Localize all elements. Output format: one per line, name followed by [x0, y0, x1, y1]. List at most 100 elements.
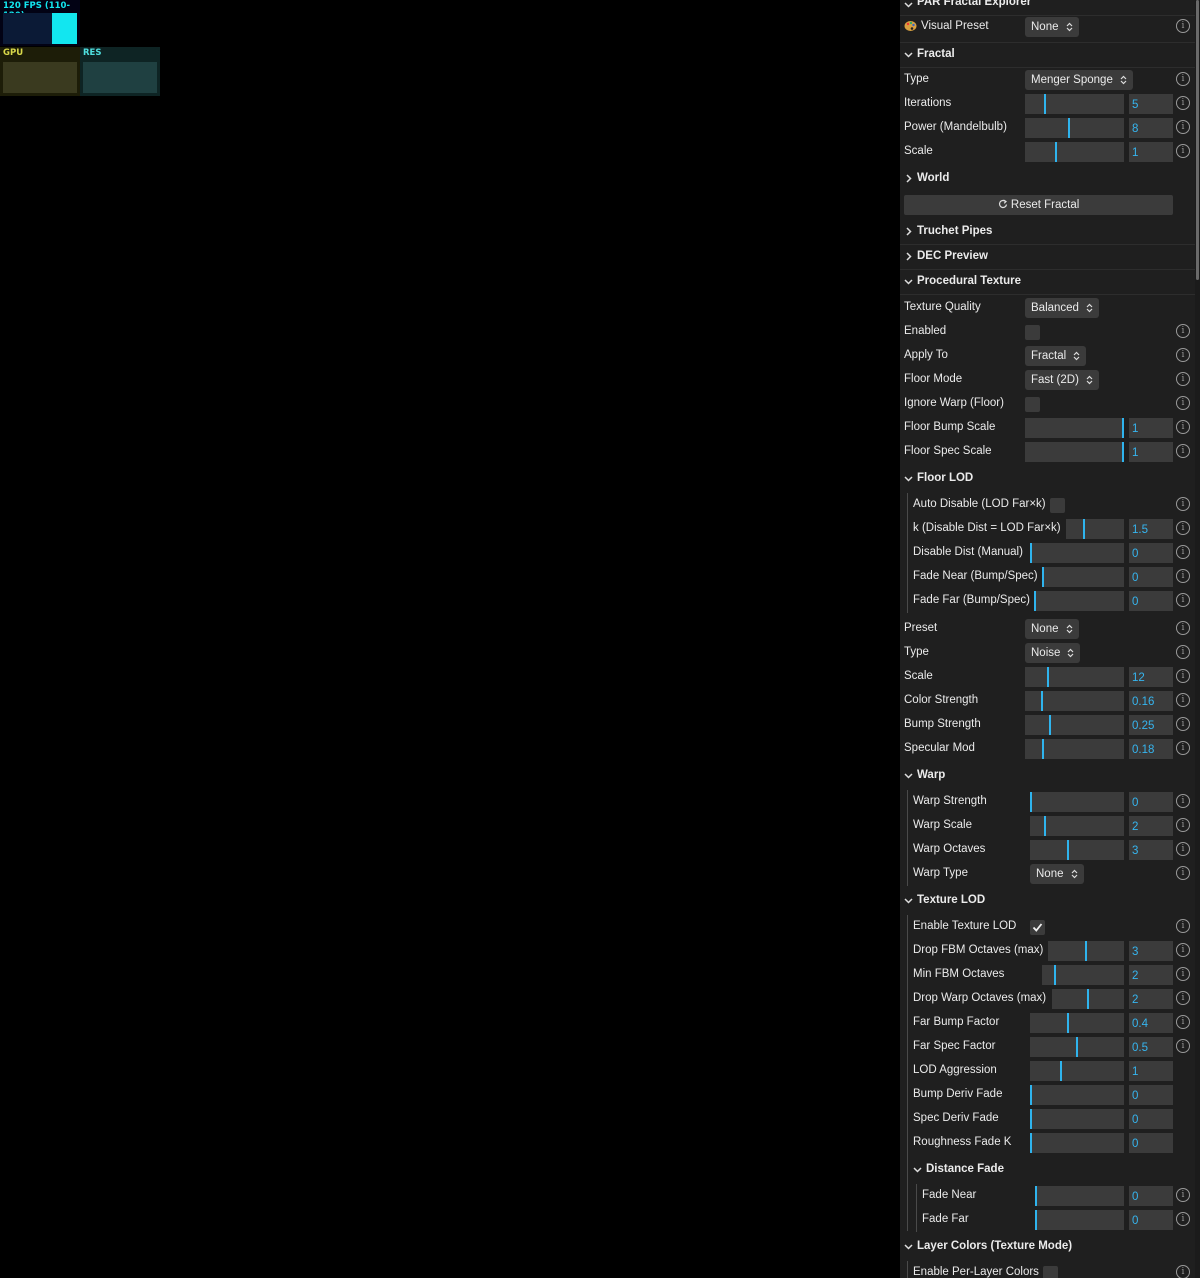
info-icon[interactable]: i: [1176, 1212, 1190, 1226]
info-icon[interactable]: i: [1176, 348, 1190, 362]
far-bump-value[interactable]: 0.4: [1129, 1013, 1173, 1033]
dec-section-header[interactable]: DEC Preview: [900, 245, 1196, 270]
iterations-value[interactable]: 5: [1129, 94, 1173, 114]
tex-preset-select[interactable]: None: [1025, 619, 1079, 639]
fade-far-slider[interactable]: [1035, 1210, 1124, 1230]
floor-spec-slider[interactable]: [1025, 442, 1124, 462]
scale-value[interactable]: 1: [1129, 142, 1173, 162]
slider-knob[interactable]: [1042, 739, 1045, 759]
slider-knob[interactable]: [1060, 1061, 1063, 1081]
color-strength-slider[interactable]: [1025, 691, 1124, 711]
color-strength-value[interactable]: 0.16: [1129, 691, 1173, 711]
texture-section-header[interactable]: Procedural Texture: [900, 270, 1196, 295]
warp-octaves-slider[interactable]: [1030, 840, 1124, 860]
scrollbar-thumb[interactable]: [1196, 0, 1199, 280]
info-icon[interactable]: i: [1176, 693, 1190, 707]
info-icon[interactable]: i: [1176, 717, 1190, 731]
slider-knob[interactable]: [1076, 1037, 1078, 1057]
floor-bump-slider[interactable]: [1025, 418, 1124, 438]
far-spec-slider[interactable]: [1030, 1037, 1124, 1057]
power-slider[interactable]: [1025, 118, 1124, 138]
drop-warp-slider[interactable]: [1052, 989, 1124, 1009]
info-icon[interactable]: i: [1176, 444, 1190, 458]
info-icon[interactable]: i: [1176, 497, 1190, 511]
info-icon[interactable]: i: [1176, 1039, 1190, 1053]
info-icon[interactable]: i: [1176, 943, 1190, 957]
drop-fbm-value[interactable]: 3: [1129, 941, 1173, 961]
specular-mod-value[interactable]: 0.18: [1129, 739, 1173, 759]
slider-knob[interactable]: [1067, 118, 1070, 138]
slider-knob[interactable]: [1040, 691, 1043, 711]
info-icon[interactable]: i: [1176, 420, 1190, 434]
texture-lod-section-header[interactable]: Texture LOD: [900, 889, 1196, 913]
info-icon[interactable]: i: [1176, 794, 1190, 808]
info-icon[interactable]: i: [1176, 842, 1190, 856]
iterations-slider[interactable]: [1025, 94, 1124, 114]
warp-strength-slider[interactable]: [1030, 792, 1124, 812]
slider-knob[interactable]: [1055, 142, 1058, 162]
floor-mode-select[interactable]: Fast (2D): [1025, 370, 1099, 390]
slider-knob[interactable]: [1030, 1109, 1032, 1129]
fade-far-bs-slider[interactable]: [1034, 591, 1124, 611]
info-icon[interactable]: i: [1176, 545, 1190, 559]
info-icon[interactable]: i: [1176, 324, 1190, 338]
slider-knob[interactable]: [1066, 840, 1069, 860]
info-icon[interactable]: i: [1176, 1015, 1190, 1029]
floor-bump-value[interactable]: 1: [1129, 418, 1173, 438]
k-value[interactable]: 1.5: [1129, 519, 1173, 539]
spec-deriv-value[interactable]: 0: [1129, 1109, 1173, 1129]
slider-knob[interactable]: [1042, 567, 1044, 587]
lod-aggression-slider[interactable]: [1030, 1061, 1124, 1081]
auto-disable-checkbox[interactable]: [1050, 498, 1065, 513]
per-layer-colors-checkbox[interactable]: [1043, 1266, 1058, 1278]
warp-scale-slider[interactable]: [1030, 816, 1124, 836]
info-icon[interactable]: i: [1176, 144, 1190, 158]
fade-near-bs-value[interactable]: 0: [1129, 567, 1173, 587]
truchet-section-header[interactable]: Truchet Pipes: [900, 220, 1196, 245]
info-icon[interactable]: i: [1176, 866, 1190, 880]
info-icon[interactable]: i: [1176, 818, 1190, 832]
info-icon[interactable]: i: [1176, 569, 1190, 583]
spec-deriv-slider[interactable]: [1030, 1109, 1124, 1129]
info-icon[interactable]: i: [1176, 741, 1190, 755]
info-icon[interactable]: i: [1176, 621, 1190, 635]
drop-warp-value[interactable]: 2: [1129, 989, 1173, 1009]
world-section-header[interactable]: World: [900, 167, 1196, 191]
drop-fbm-slider[interactable]: [1048, 941, 1124, 961]
min-fbm-value[interactable]: 2: [1129, 965, 1173, 985]
info-icon[interactable]: i: [1176, 645, 1190, 659]
warp-octaves-value[interactable]: 3: [1129, 840, 1173, 860]
fade-near-value[interactable]: 0: [1129, 1186, 1173, 1206]
info-icon[interactable]: i: [1176, 120, 1190, 134]
apply-to-select[interactable]: Fractal: [1025, 346, 1087, 366]
far-spec-value[interactable]: 0.5: [1129, 1037, 1173, 1057]
fractal-type-select[interactable]: Menger Sponge: [1025, 70, 1133, 90]
warp-section-header[interactable]: Warp: [900, 764, 1196, 788]
slider-knob[interactable]: [1035, 1210, 1037, 1230]
fade-far-value[interactable]: 0: [1129, 1210, 1173, 1230]
disable-dist-slider[interactable]: [1030, 543, 1124, 563]
info-icon[interactable]: i: [1176, 919, 1190, 933]
texture-enabled-checkbox[interactable]: [1025, 325, 1040, 340]
info-icon[interactable]: i: [1176, 967, 1190, 981]
slider-knob[interactable]: [1044, 94, 1047, 114]
slider-knob[interactable]: [1122, 418, 1124, 438]
info-icon[interactable]: i: [1176, 1188, 1190, 1202]
visual-preset-select[interactable]: None: [1025, 17, 1079, 37]
power-value[interactable]: 8: [1129, 118, 1173, 138]
slider-knob[interactable]: [1043, 816, 1046, 836]
bump-strength-slider[interactable]: [1025, 715, 1124, 735]
scrollbar-track[interactable]: [1195, 0, 1200, 1278]
disable-dist-value[interactable]: 0: [1129, 543, 1173, 563]
slider-knob[interactable]: [1030, 1085, 1032, 1105]
slider-knob[interactable]: [1030, 1133, 1032, 1153]
panel-title-header[interactable]: PAR Fractal Explorer: [900, 0, 1196, 16]
slider-knob[interactable]: [1049, 715, 1052, 735]
info-icon[interactable]: i: [1176, 991, 1190, 1005]
info-icon[interactable]: i: [1176, 19, 1190, 33]
slider-knob[interactable]: [1030, 543, 1032, 563]
distance-fade-section-header[interactable]: Distance Fade: [900, 1158, 1196, 1182]
slider-knob[interactable]: [1030, 792, 1032, 812]
info-icon[interactable]: i: [1176, 396, 1190, 410]
specular-mod-slider[interactable]: [1025, 739, 1124, 759]
